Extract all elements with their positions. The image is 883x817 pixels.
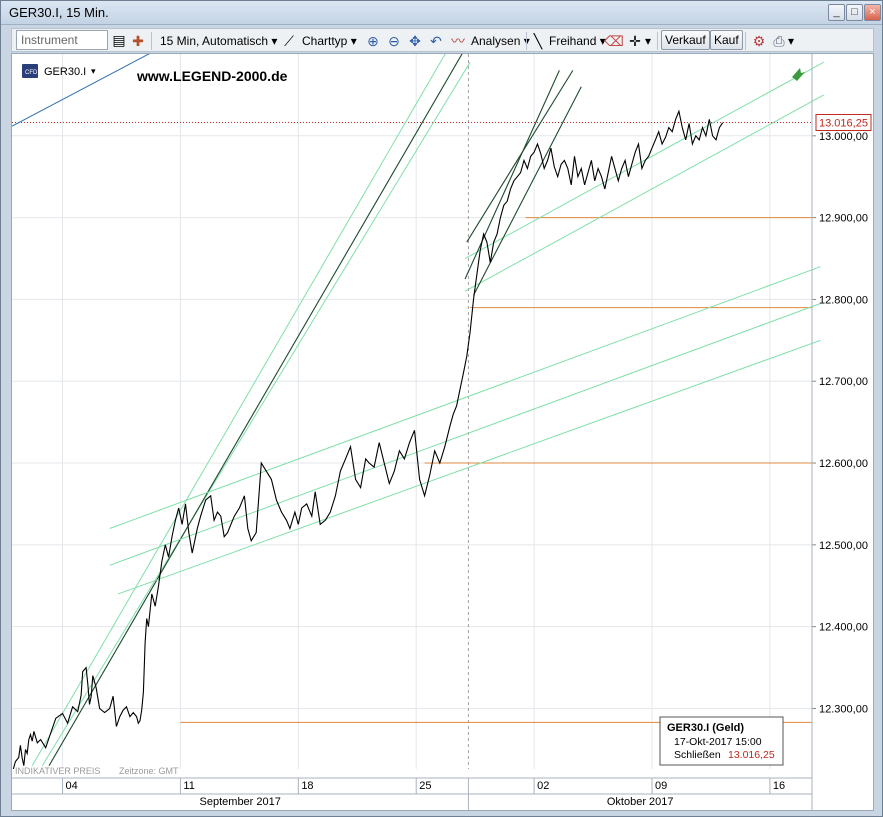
info-title: GER30.I (Geld) — [667, 722, 744, 734]
pan-icon[interactable]: ✥ — [406, 32, 424, 50]
info-close-value: 13.016,25 — [728, 749, 775, 761]
y-tick-label: 12.700,00 — [819, 376, 868, 388]
toolbar: Instrument ▤ ✚ 15 Min, Automatisch ▾ ⟋ C… — [11, 28, 874, 52]
interval-label: 15 Min, — [160, 34, 200, 48]
maximize-icon[interactable]: □ — [846, 4, 863, 21]
divider — [151, 32, 152, 50]
info-box: GER30.I (Geld) 17-Okt-2017 15:00 Schließ… — [659, 716, 784, 766]
divider — [526, 32, 527, 50]
info-close-label: Schließen — [674, 749, 721, 761]
crosshair-icon[interactable]: ✛ — [626, 32, 644, 50]
trendline-dark — [472, 86, 582, 296]
info-date: 17-Okt-2017 15:00 — [674, 736, 762, 748]
y-tick-label: 12.300,00 — [819, 703, 868, 715]
x-tick-label: 04 — [66, 780, 78, 792]
symbol-dropdown-icon[interactable]: ▾ — [91, 66, 96, 76]
chart-type-menu[interactable]: Charttyp ▾ — [302, 32, 357, 50]
analyses-menu[interactable]: Analysen ▾ — [471, 32, 530, 50]
freehand-menu[interactable]: Freihand ▾ — [549, 32, 606, 50]
symbol-label: GER30.I — [44, 66, 86, 78]
instrument-placeholder: Instrument — [21, 33, 78, 47]
y-tick-label: 12.800,00 — [819, 294, 868, 306]
month-label-october: Oktober 2017 — [607, 796, 674, 808]
trendline-dark — [466, 70, 574, 243]
x-tick-label: 18 — [301, 780, 313, 792]
title-bar: GER30.I, 15 Min. _ □ × — [1, 1, 882, 25]
analyses-icon: 〰 — [451, 33, 465, 49]
crosshair-dropdown-icon[interactable]: ▾ — [645, 32, 651, 50]
divider — [745, 32, 746, 50]
trendline-light — [109, 303, 821, 566]
price-series-line — [12, 109, 724, 775]
buy-button[interactable]: Kauf — [710, 30, 743, 50]
freehand-label: Freihand — [549, 34, 597, 48]
interval-selector[interactable]: 15 Min, Automatisch ▾ — [160, 32, 277, 50]
indicative-price-label: INDIKATIVER PREIS — [15, 766, 100, 776]
x-tick-label: 02 — [537, 780, 549, 792]
line-chart-icon: ⟋ — [284, 33, 294, 49]
eraser-icon[interactable]: ⌫ — [604, 32, 624, 50]
chart-settings-icon[interactable]: ⚙ — [750, 32, 768, 50]
sell-button[interactable]: Verkauf — [661, 30, 710, 50]
divider — [657, 32, 658, 50]
month-label-september: September 2017 — [200, 796, 281, 808]
x-tick-label: 16 — [773, 780, 785, 792]
instrument-list-icon[interactable]: ▤ — [110, 31, 128, 49]
reset-icon[interactable]: ↶ — [427, 32, 445, 50]
instrument-input[interactable]: Instrument — [16, 30, 108, 50]
add-indicator-icon[interactable]: ✚ — [129, 32, 147, 50]
y-tick-label: 12.900,00 — [819, 213, 868, 225]
y-tick-label: 12.500,00 — [819, 540, 868, 552]
svg-text:13.016,25: 13.016,25 — [819, 118, 868, 130]
x-tick-label: 11 — [183, 780, 194, 792]
freehand-line-icon: ╲ — [533, 33, 543, 49]
chart-window: GER30.I, 15 Min. _ □ × Instrument ▤ ✚ 15… — [0, 0, 883, 817]
zoom-in-icon[interactable]: ⊕ — [364, 32, 382, 50]
y-tick-label: 12.600,00 — [819, 458, 868, 470]
y-tick-label: 12.400,00 — [819, 622, 868, 634]
window-title: GER30.I, 15 Min. — [9, 5, 109, 20]
price-chart[interactable]: 12.300,00 12.400,00 12.500,00 12.600,00 12.7… — [12, 54, 873, 810]
svg-text:CFD: CFD — [25, 70, 38, 76]
x-tick-label: 09 — [655, 780, 667, 792]
zoom-out-icon[interactable]: ⊖ — [385, 32, 403, 50]
trendline-light — [31, 54, 446, 766]
close-icon[interactable]: × — [864, 4, 881, 21]
print-icon[interactable]: ⎙ — [770, 32, 788, 50]
x-tick-label: 25 — [419, 780, 431, 792]
minimize-icon[interactable]: _ — [828, 4, 845, 21]
chart-type-label: Charttyp — [302, 34, 348, 48]
trendline-light — [109, 266, 821, 529]
last-price-tag: 13.016,25 — [815, 114, 872, 132]
interval-mode-label: Automatisch — [202, 34, 269, 48]
watermark-text: www.LEGEND-2000.de — [136, 68, 288, 84]
chart-area[interactable]: 12.300,00 12.400,00 12.500,00 12.600,00 12.7… — [11, 53, 874, 811]
trendline-dark — [48, 54, 463, 767]
print-dropdown-icon[interactable]: ▾ — [788, 32, 794, 50]
timezone-label: Zeitzone: GMT — [119, 766, 179, 776]
trendline-light — [41, 61, 471, 766]
y-tick-label: 13.000,00 — [819, 131, 868, 143]
analyses-label: Analysen — [471, 34, 521, 48]
